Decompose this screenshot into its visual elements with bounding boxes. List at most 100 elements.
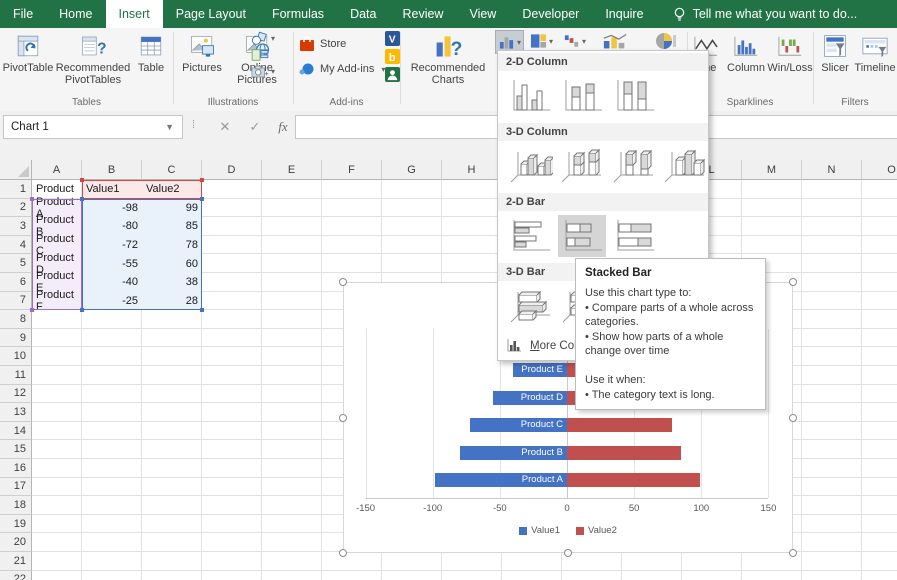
chart-thumb-column-3d[interactable] bbox=[661, 145, 709, 187]
tab-insert[interactable]: Insert bbox=[106, 0, 163, 28]
cell-B4[interactable]: -72 bbox=[82, 236, 142, 255]
screenshot-button[interactable]: +▾ bbox=[251, 65, 275, 78]
chart-selection-handle[interactable] bbox=[339, 414, 347, 422]
tab-file[interactable]: File bbox=[0, 0, 46, 28]
cell-B1[interactable]: Value1 bbox=[82, 180, 142, 199]
tab-review[interactable]: Review bbox=[389, 0, 456, 28]
column-header-C[interactable]: C bbox=[142, 160, 202, 180]
sparkline-winloss-button[interactable]: Win/Loss bbox=[768, 30, 812, 74]
store-button[interactable]: Store bbox=[299, 36, 346, 52]
row-header-4[interactable]: 4 bbox=[0, 236, 32, 255]
people-addin-button[interactable] bbox=[385, 67, 400, 82]
column-header-E[interactable]: E bbox=[262, 160, 322, 180]
tab-page-layout[interactable]: Page Layout bbox=[163, 0, 259, 28]
timeline-button[interactable]: Timeline bbox=[854, 30, 896, 74]
cell-B3[interactable]: -80 bbox=[82, 217, 142, 236]
name-box[interactable]: Chart 1 ▼ bbox=[3, 115, 183, 139]
row-header-6[interactable]: 6 bbox=[0, 273, 32, 292]
tab-formulas[interactable]: Formulas bbox=[259, 0, 337, 28]
cell-B6[interactable]: -40 bbox=[82, 273, 142, 292]
cell-B7[interactable]: -25 bbox=[82, 292, 142, 311]
column-header-D[interactable]: D bbox=[202, 160, 262, 180]
row-header-11[interactable]: 11 bbox=[0, 366, 32, 385]
chart-legend[interactable]: Value1 Value2 bbox=[344, 525, 792, 536]
column-header-G[interactable]: G bbox=[382, 160, 442, 180]
pictures-button[interactable]: Pictures bbox=[176, 30, 228, 74]
bar-value2-product-a[interactable] bbox=[567, 473, 700, 487]
sparkline-column-button[interactable]: Column bbox=[724, 30, 768, 74]
row-header-22[interactable]: 22 bbox=[0, 571, 32, 580]
column-header-H[interactable]: H bbox=[442, 160, 502, 180]
row-header-9[interactable]: 9 bbox=[0, 329, 32, 348]
cell-C4[interactable]: 78 bbox=[142, 236, 202, 255]
row-header-1[interactable]: 1 bbox=[0, 180, 32, 199]
column-header-O[interactable]: O bbox=[862, 160, 897, 180]
row-header-15[interactable]: 15 bbox=[0, 440, 32, 459]
shapes-button[interactable]: ▾ bbox=[251, 31, 275, 46]
row-header-18[interactable]: 18 bbox=[0, 496, 32, 515]
row-header-19[interactable]: 19 bbox=[0, 515, 32, 534]
column-header-A[interactable]: A bbox=[32, 160, 82, 180]
cell-B5[interactable]: -55 bbox=[82, 254, 142, 273]
bar-value2-product-c[interactable] bbox=[567, 418, 672, 432]
cancel-button[interactable]: ✕ bbox=[212, 115, 238, 139]
bing-addin-button[interactable]: b bbox=[385, 49, 400, 64]
tab-view[interactable]: View bbox=[456, 0, 509, 28]
row-header-14[interactable]: 14 bbox=[0, 422, 32, 441]
chart-selection-handle[interactable] bbox=[789, 549, 797, 557]
chart-thumb-clustered-column[interactable] bbox=[506, 75, 554, 117]
row-header-10[interactable]: 10 bbox=[0, 347, 32, 366]
slicer-button[interactable]: Slicer bbox=[816, 30, 854, 74]
tab-data[interactable]: Data bbox=[337, 0, 389, 28]
cell-C1[interactable]: Value2 bbox=[142, 180, 202, 199]
row-header-12[interactable]: 12 bbox=[0, 385, 32, 404]
tab-inquire[interactable]: Inquire bbox=[592, 0, 656, 28]
cell-A7[interactable]: Product F bbox=[32, 292, 82, 311]
legend-item-value1[interactable]: Value1 bbox=[519, 525, 560, 536]
recommended-pivottables-button[interactable]: ? Recommended PivotTables bbox=[54, 30, 132, 86]
insert-combo-chart-button[interactable] bbox=[600, 30, 630, 52]
table-button[interactable]: Table bbox=[131, 30, 171, 74]
chart-selection-handle[interactable] bbox=[564, 549, 572, 557]
chart-thumb-clustered-column-3d[interactable] bbox=[506, 145, 554, 187]
cell-C6[interactable]: 38 bbox=[142, 273, 202, 292]
column-header-F[interactable]: F bbox=[322, 160, 382, 180]
chart-thumb-stacked-bar[interactable] bbox=[558, 215, 606, 257]
row-header-5[interactable]: 5 bbox=[0, 254, 32, 273]
smartart-button[interactable] bbox=[251, 48, 269, 62]
tell-me-box[interactable]: Tell me what you want to do... bbox=[657, 0, 858, 28]
tab-developer[interactable]: Developer bbox=[509, 0, 592, 28]
chart-thumb-clustered-bar[interactable] bbox=[506, 215, 554, 257]
insert-function-button[interactable]: fx bbox=[270, 115, 296, 139]
name-box-caret-icon[interactable]: ▼ bbox=[165, 122, 174, 132]
row-header-8[interactable]: 8 bbox=[0, 310, 32, 329]
legend-item-value2[interactable]: Value2 bbox=[576, 525, 617, 536]
formula-bar-grip[interactable]: ⁞ bbox=[192, 119, 195, 131]
insert-waterfall-chart-button[interactable]: ▾ bbox=[561, 30, 588, 52]
row-header-21[interactable]: 21 bbox=[0, 552, 32, 571]
chart-thumb-stacked-column-100-3d[interactable] bbox=[609, 145, 657, 187]
visio-addin-button[interactable]: V bbox=[385, 31, 400, 46]
row-header-7[interactable]: 7 bbox=[0, 292, 32, 311]
pivottable-button[interactable]: PivotTable bbox=[2, 30, 54, 74]
cell-C3[interactable]: 85 bbox=[142, 217, 202, 236]
chart-selection-handle[interactable] bbox=[339, 549, 347, 557]
cell-C7[interactable]: 28 bbox=[142, 292, 202, 311]
column-header-M[interactable]: M bbox=[742, 160, 802, 180]
recommended-charts-button[interactable]: ? Recommended Charts bbox=[403, 30, 493, 86]
bar-value2-product-b[interactable] bbox=[567, 446, 681, 460]
chart-thumb-stacked-column[interactable] bbox=[558, 75, 606, 117]
cell-B2[interactable]: -98 bbox=[82, 199, 142, 218]
chart-selection-handle[interactable] bbox=[339, 278, 347, 286]
row-header-17[interactable]: 17 bbox=[0, 478, 32, 497]
tab-home[interactable]: Home bbox=[46, 0, 105, 28]
column-header-N[interactable]: N bbox=[802, 160, 862, 180]
my-addins-button[interactable]: My Add-ins ▾ bbox=[299, 62, 385, 76]
row-header-16[interactable]: 16 bbox=[0, 459, 32, 478]
enter-button[interactable]: ✓ bbox=[242, 115, 268, 139]
cell-C2[interactable]: 99 bbox=[142, 199, 202, 218]
cell-C5[interactable]: 60 bbox=[142, 254, 202, 273]
chart-thumb-stacked-column-3d[interactable] bbox=[558, 145, 606, 187]
chart-selection-handle[interactable] bbox=[789, 414, 797, 422]
chart-thumb-clustered-bar-3d[interactable] bbox=[506, 285, 554, 327]
